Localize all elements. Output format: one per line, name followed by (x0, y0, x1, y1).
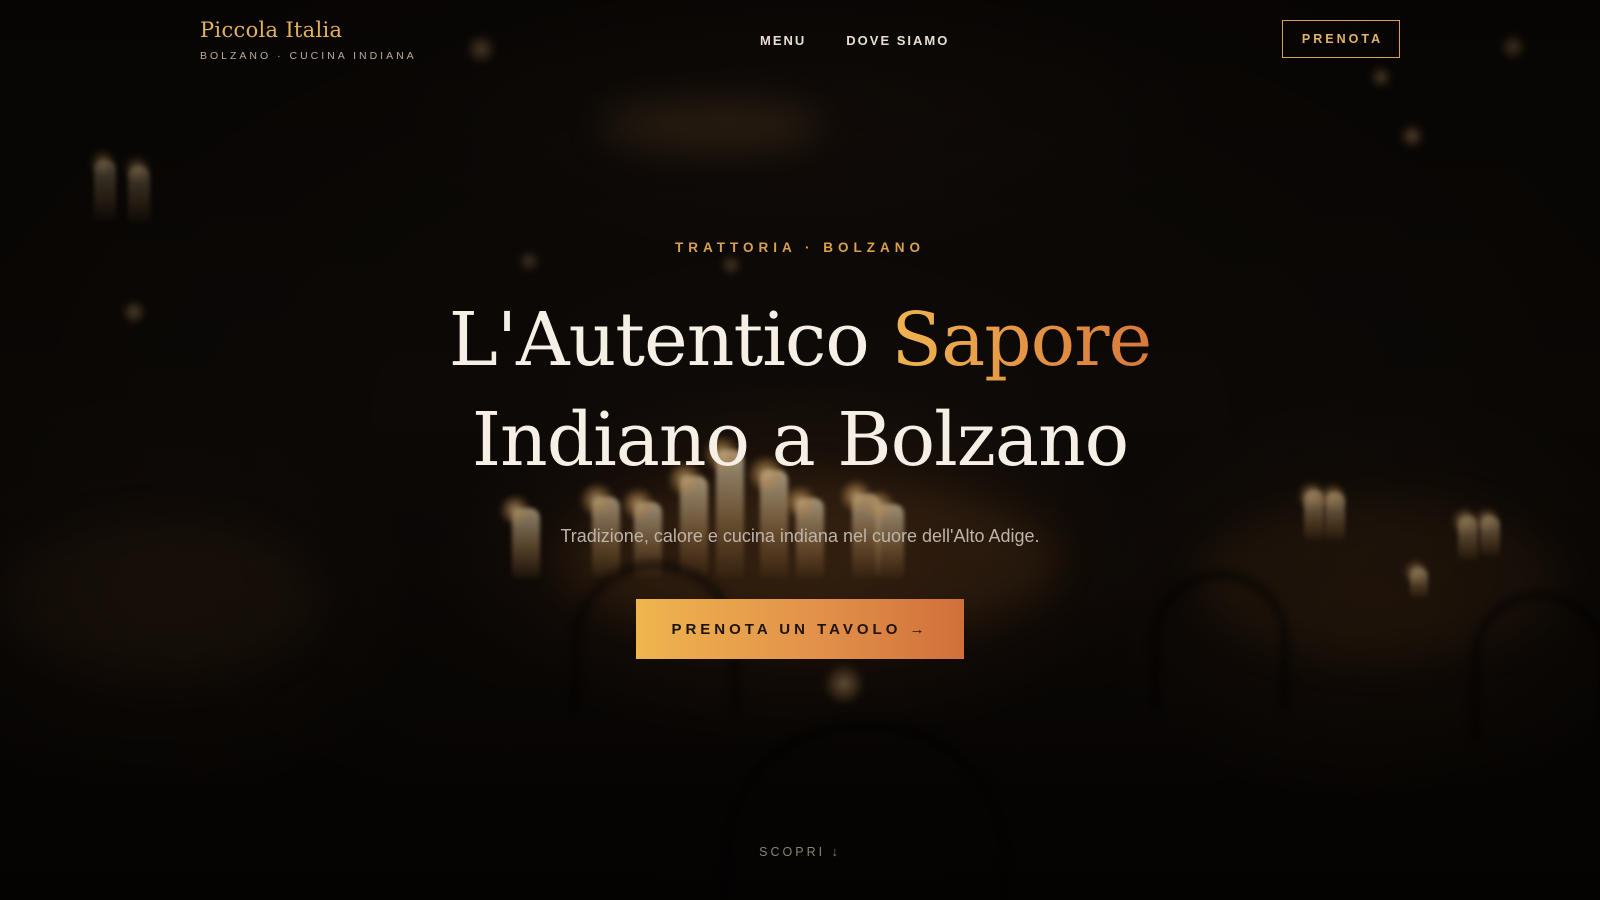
brand-name: Piccola Italia (200, 18, 343, 42)
book-table-button[interactable]: PRENOTA UN TAVOLO → (636, 599, 964, 659)
main-nav: MENU DOVE SIAMO (760, 33, 949, 48)
reserve-button[interactable]: PRENOTA (1282, 20, 1400, 58)
brand-logo[interactable]: Piccola Italia BOLZANO · CUCINA INDIANA (200, 18, 417, 62)
headline-line2: Indiano a Bolzano (471, 397, 1129, 483)
site-header: Piccola Italia BOLZANO · CUCINA INDIANA … (0, 0, 1600, 82)
nav-item-menu[interactable]: MENU (760, 33, 806, 48)
scroll-down-link[interactable]: SCOPRI ↓ (0, 845, 1600, 859)
hero-subtitle: Tradizione, calore e cucina indiana nel … (560, 526, 1040, 546)
nav-item-dove-siamo[interactable]: DOVE SIAMO (846, 33, 949, 48)
hero-eyebrow: TRATTORIA · BOLZANO (675, 240, 925, 255)
headline-accent: Sapore (891, 297, 1152, 383)
headline-part1: L'Autentico (448, 297, 892, 383)
brand-tagline: BOLZANO · CUCINA INDIANA (200, 50, 417, 62)
hero-headline: L'Autentico Sapore Indiano a Bolzano (0, 290, 1600, 490)
